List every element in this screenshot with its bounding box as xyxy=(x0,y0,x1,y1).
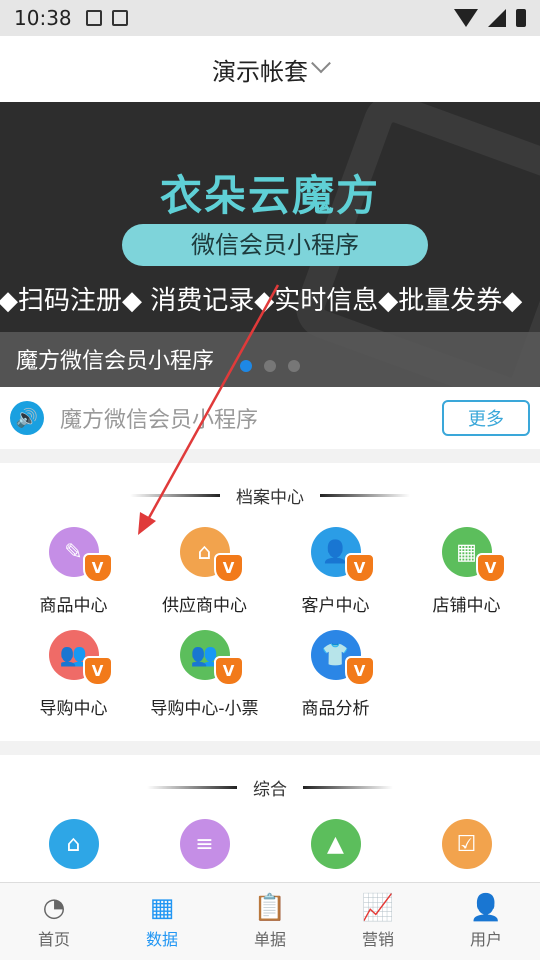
app-notification-icon xyxy=(111,10,128,26)
archive-item[interactable]: ✎ V 商品中心 xyxy=(8,527,139,630)
icon-wrapper: ▲ xyxy=(310,819,361,869)
vip-badge-icon: V xyxy=(344,656,375,686)
carousel-indicator[interactable] xyxy=(240,360,300,372)
archive-item-label: 客户中心 xyxy=(301,596,370,616)
icon-wrapper: ☑ xyxy=(441,819,492,869)
tab-item[interactable]: 👤 用户 xyxy=(432,883,540,960)
archive-item-label: 商品分析 xyxy=(301,699,370,719)
icon-wrapper: 👕 V xyxy=(310,630,375,686)
tab-label: 首页 xyxy=(37,929,70,949)
tab-item[interactable]: ▦ 数据 xyxy=(108,883,216,960)
icon-wrapper: ⌂ V xyxy=(179,527,244,583)
icon-wrapper: ✎ V xyxy=(48,527,113,583)
archive-item-label: 店铺中心 xyxy=(432,596,501,616)
banner-features: ◆扫码注册◆ 消费记录◆实时信息◆批量发券◆ xyxy=(0,286,523,316)
clipboard-icon: 📋 xyxy=(253,892,287,923)
banner-caption-text: 魔方微信会员小程序 xyxy=(16,349,215,374)
archive-item-label: 供应商中心 xyxy=(162,596,247,616)
tab-item[interactable]: 📈 营销 xyxy=(324,883,432,960)
archive-section: 档案中心 ✎ V 商品中心 ⌂ V 供应商中心 👤 V 客户中心 ▦ V 店铺中心 👥 V 导购中心 👥 V 导购… xyxy=(0,463,540,741)
vip-badge-icon: V xyxy=(213,656,244,686)
grid-icon: ▦ xyxy=(149,892,175,923)
archive-item[interactable]: 👥 V 导购中心 xyxy=(8,630,139,733)
image-icon: ▲ xyxy=(310,819,361,869)
archive-item-label: 商品中心 xyxy=(39,596,108,616)
more-button[interactable]: 更多 xyxy=(442,400,530,436)
carousel-dot[interactable] xyxy=(264,360,276,372)
archive-item[interactable]: 👥 V 导购中心-小票 xyxy=(139,630,270,733)
promo-banner[interactable]: 衣朵云魔方 微信会员小程序 ◆扫码注册◆ 消费记录◆实时信息◆批量发券◆ 魔方微… xyxy=(0,102,540,387)
divider xyxy=(147,785,237,789)
banner-pill: 微信会员小程序 xyxy=(122,224,428,266)
tab-item[interactable]: ◔ 首页 xyxy=(0,883,108,960)
vip-badge-icon: V xyxy=(213,553,244,583)
vip-badge-icon: V xyxy=(344,553,375,583)
icon-wrapper: ≡ xyxy=(179,819,230,869)
status-bar: 10:38 xyxy=(0,0,540,36)
checklist-icon: ☑ xyxy=(441,819,492,869)
notice-text[interactable]: 魔方微信会员小程序 xyxy=(60,402,442,434)
banner-caption: 魔方微信会员小程序 xyxy=(0,332,540,387)
tab-label: 数据 xyxy=(145,929,178,949)
archive-item[interactable]: 👕 V 商品分析 xyxy=(270,630,401,733)
section-title: 档案中心 xyxy=(0,463,540,527)
vip-badge-icon: V xyxy=(82,553,113,583)
wifi-icon xyxy=(454,9,478,27)
user-icon: 👤 xyxy=(469,892,503,923)
icon-wrapper: 👥 V xyxy=(48,630,113,686)
speaker-icon: 🔊 xyxy=(10,401,44,435)
home-search-icon: ⌂ xyxy=(48,819,99,869)
icon-wrapper: ⌂ xyxy=(48,819,99,869)
tab-item[interactable]: 📋 单据 xyxy=(216,883,324,960)
photo-notification-icon xyxy=(85,10,102,26)
section-title: 综合 xyxy=(0,755,540,819)
archive-item[interactable]: ▦ V 店铺中心 xyxy=(401,527,532,630)
divider xyxy=(130,493,220,497)
chevron-down-icon xyxy=(311,53,331,74)
general-section: 综合 ⌂ ≡ ▲ ☑ xyxy=(0,755,540,895)
tab-label: 用户 xyxy=(469,929,502,949)
archive-item[interactable]: 👤 V 客户中心 xyxy=(270,527,401,630)
page-title: 演示帐套 xyxy=(212,57,308,86)
status-time: 10:38 xyxy=(14,6,72,30)
section-title-text: 档案中心 xyxy=(236,487,304,508)
tab-label: 单据 xyxy=(253,929,286,949)
divider xyxy=(320,493,410,497)
icon-wrapper: 👥 V xyxy=(179,630,244,686)
document-icon: ≡ xyxy=(179,819,230,869)
chart-monitor-icon: 📈 xyxy=(361,892,395,923)
icon-wrapper: ▦ V xyxy=(441,527,506,583)
section-title-text: 综合 xyxy=(253,779,287,800)
vip-badge-icon: V xyxy=(82,656,113,686)
vip-badge-icon: V xyxy=(475,553,506,583)
archive-item-label: 导购中心 xyxy=(39,699,108,719)
archive-grid: ✎ V 商品中心 ⌂ V 供应商中心 👤 V 客户中心 ▦ V 店铺中心 👥 V 导购中心 👥 V 导购中心-小票… xyxy=(0,527,540,733)
bottom-tab-bar: ◔ 首页 ▦ 数据 📋 单据 📈 营销 👤 用户 xyxy=(0,882,540,960)
notice-bar: 🔊 魔方微信会员小程序 更多 xyxy=(0,387,540,449)
carousel-dot[interactable] xyxy=(288,360,300,372)
carousel-dot[interactable] xyxy=(240,360,252,372)
banner-brand: 衣朵云魔方 xyxy=(159,171,380,220)
account-selector[interactable]: 演示帐套 xyxy=(0,36,540,102)
battery-icon xyxy=(516,9,526,27)
tab-label: 营销 xyxy=(361,929,394,949)
divider xyxy=(303,785,393,789)
archive-item-label: 导购中心-小票 xyxy=(150,699,259,719)
icon-wrapper: 👤 V xyxy=(310,527,375,583)
archive-item[interactable]: ⌂ V 供应商中心 xyxy=(139,527,270,630)
signal-icon xyxy=(488,9,506,27)
dashboard-icon: ◔ xyxy=(42,892,66,923)
